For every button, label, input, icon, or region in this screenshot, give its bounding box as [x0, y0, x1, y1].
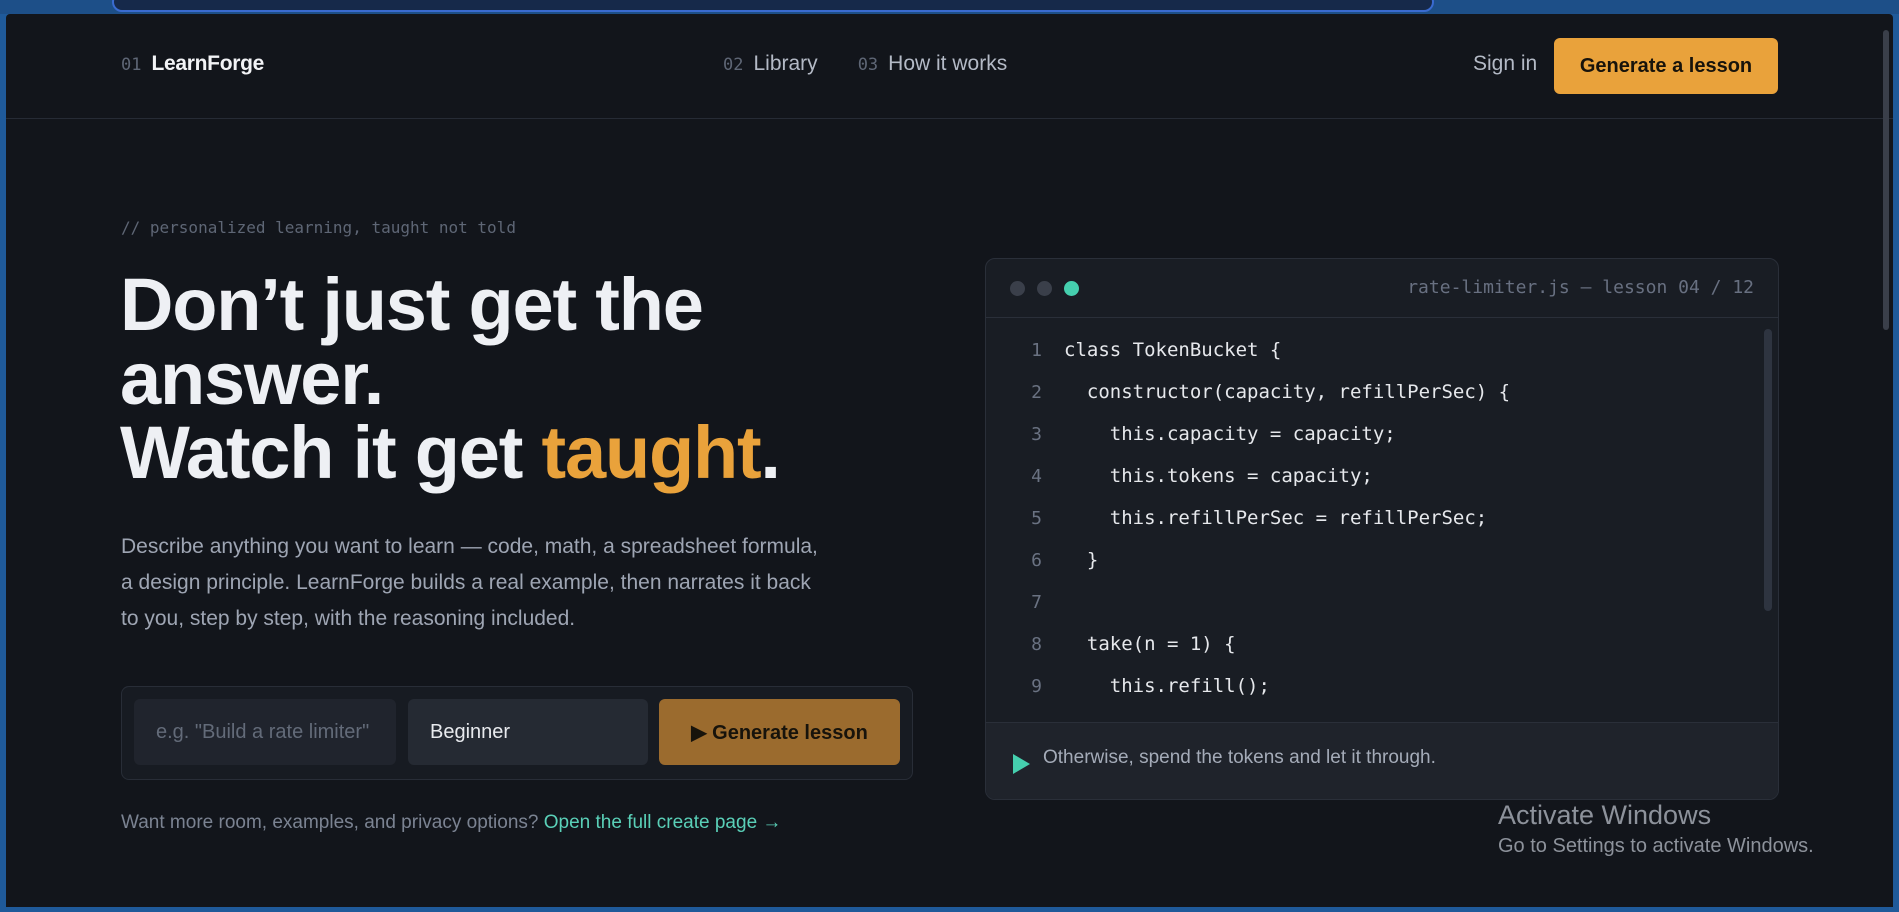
- top-nav: 01 LearnForge 02 Library 03 How it works…: [6, 14, 1893, 119]
- line-number: 8: [1031, 633, 1042, 655]
- footnote-text: Want more room, examples, and privacy op…: [121, 812, 539, 833]
- code-line: 9 this.refill();: [986, 665, 1766, 707]
- address-bar[interactable]: [112, 0, 1434, 12]
- watermark-title: Activate Windows: [1498, 800, 1712, 830]
- hero-headline: Don’t just get the answer. Watch it get …: [120, 268, 880, 490]
- browser-chrome: [0, 0, 1899, 14]
- generate-lesson-button[interactable]: ▶ Generate lesson: [659, 699, 900, 765]
- code-line: 5 this.refillPerSec = refillPerSec;: [986, 497, 1766, 539]
- topic-input[interactable]: [134, 699, 396, 765]
- headline-suffix: .: [760, 411, 781, 494]
- code-line: 2 constructor(capacity, refillPerSec) {: [986, 371, 1766, 413]
- code-line: 3 this.capacity = capacity;: [986, 413, 1766, 455]
- headline-line-2-prefix: Watch it get: [120, 411, 542, 494]
- line-number: 1: [1031, 339, 1042, 361]
- code-line: 8 take(n = 1) {: [986, 623, 1766, 665]
- nav-links: 02 Library 03 How it works: [723, 52, 1007, 76]
- line-number: 9: [1031, 675, 1042, 697]
- window-dot-active-icon: [1064, 281, 1079, 296]
- line-number: 3: [1031, 423, 1042, 445]
- headline-line-1: Don’t just get the answer.: [120, 263, 704, 420]
- window-dot-icon: [1037, 281, 1052, 296]
- page: 01 LearnForge 02 Library 03 How it works…: [6, 14, 1893, 907]
- full-create-page-link[interactable]: Open the full create page →: [544, 812, 782, 833]
- line-source: this.capacity = capacity;: [1064, 423, 1396, 445]
- brand-number: 01: [121, 55, 142, 75]
- narration-text: Otherwise, spend the tokens and let it t…: [1043, 747, 1436, 768]
- code-editor: rate-limiter.js — lesson 04 / 12 1 class …: [985, 258, 1779, 800]
- nav-link-label: How it works: [888, 52, 1008, 75]
- nav-link-how-it-works[interactable]: 03 How it works: [858, 52, 1008, 76]
- line-source: take(n = 1) {: [1064, 633, 1236, 655]
- line-source: this.refill();: [1064, 675, 1270, 697]
- nav-link-number: 03: [857, 55, 879, 75]
- brand[interactable]: 01 LearnForge: [121, 52, 264, 76]
- page-scrollbar[interactable]: [1883, 30, 1889, 330]
- brand-name: LearnForge: [151, 52, 265, 75]
- level-select[interactable]: Beginner: [408, 699, 648, 765]
- play-icon[interactable]: [1013, 754, 1030, 774]
- line-number: 5: [1031, 507, 1042, 529]
- line-number: 6: [1031, 549, 1042, 571]
- narration-bar: Otherwise, spend the tokens and let it t…: [986, 722, 1778, 799]
- code-line: 4 this.tokens = capacity;: [986, 455, 1766, 497]
- line-source: this.refillPerSec = refillPerSec;: [1064, 507, 1488, 529]
- nav-link-number: 02: [723, 55, 744, 75]
- generate-a-lesson-button[interactable]: Generate a lesson: [1554, 38, 1778, 94]
- editor-file-title: rate-limiter.js — lesson 04 / 12: [1407, 277, 1754, 298]
- line-number: 2: [1031, 381, 1042, 403]
- nav-link-library[interactable]: 02 Library: [723, 52, 818, 76]
- code-line: 6 }: [986, 539, 1766, 581]
- nav-link-label: Library: [753, 52, 818, 75]
- lesson-form: Beginner ▶ Generate lesson: [121, 686, 913, 780]
- line-source: }: [1064, 549, 1099, 571]
- line-source: class TokenBucket {: [1064, 339, 1282, 361]
- hero-description: Describe anything you want to learn — co…: [121, 535, 818, 630]
- code-line: 7: [986, 581, 1766, 623]
- watermark-subtitle: Go to Settings to activate Windows.: [1498, 835, 1814, 857]
- line-source: constructor(capacity, refillPerSec) {: [1064, 381, 1511, 403]
- form-footnote: Want more room, examples, and privacy op…: [121, 812, 781, 834]
- line-number: 7: [1031, 591, 1042, 613]
- code-line: 1 class TokenBucket {: [986, 329, 1766, 371]
- code-area: 1 class TokenBucket { 2 constructor(capac…: [986, 329, 1766, 729]
- headline-accent-word: taught: [541, 411, 762, 494]
- eyebrow-comment: // personalized learning, taught not tol…: [121, 218, 516, 237]
- line-number: 4: [1031, 465, 1042, 487]
- editor-header: rate-limiter.js — lesson 04 / 12: [986, 259, 1778, 318]
- window-dot-icon: [1010, 281, 1025, 296]
- line-source: this.tokens = capacity;: [1064, 465, 1373, 487]
- sign-in-link[interactable]: Sign in: [1473, 52, 1537, 76]
- windows-activation-watermark: Activate Windows Go to Settings to activ…: [1498, 800, 1814, 858]
- code-scrollbar[interactable]: [1764, 329, 1772, 611]
